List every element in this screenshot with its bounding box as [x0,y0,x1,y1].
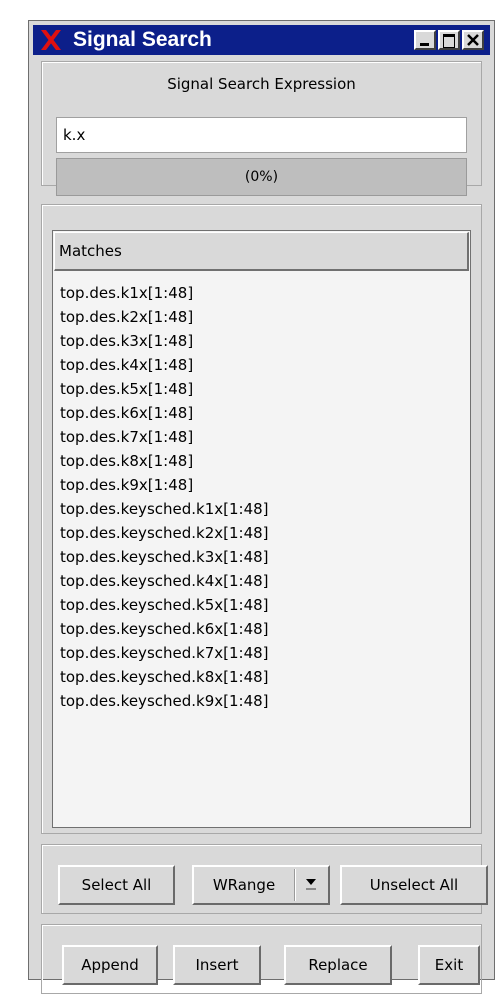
wrange-dropdown[interactable]: WRange [192,865,330,905]
minimize-button[interactable] [414,30,436,50]
chevron-down-icon[interactable] [304,876,318,898]
maximize-button[interactable] [438,30,460,50]
replace-button[interactable]: Replace [284,945,392,985]
list-item[interactable]: top.des.k1x[1:48] [60,281,470,305]
list-item[interactable]: top.des.keysched.k2x[1:48] [60,521,470,545]
matches-list-body[interactable]: top.des.k1x[1:48] top.des.k2x[1:48] top.… [53,281,470,827]
wrange-label: WRange [212,876,276,894]
list-item[interactable]: top.des.keysched.k6x[1:48] [60,617,470,641]
list-item[interactable]: top.des.keysched.k4x[1:48] [60,569,470,593]
selection-button-group: Select All WRange Unselect All [41,844,488,914]
insert-button[interactable]: Insert [173,945,261,985]
signal-search-window: Signal Search Signal Search Expression k… [28,20,495,994]
append-button[interactable]: Append [62,945,158,985]
list-item[interactable]: top.des.keysched.k8x[1:48] [60,665,470,689]
list-item[interactable]: top.des.keysched.k3x[1:48] [60,545,470,569]
matches-list[interactable]: Matches top.des.k1x[1:48] top.des.k2x[1:… [52,230,471,828]
action-button-group: Append Insert Replace Exit [41,924,482,994]
list-item[interactable]: top.des.keysched.k1x[1:48] [60,497,470,521]
maximize-icon [443,34,455,48]
select-all-button[interactable]: Select All [58,865,175,905]
list-item[interactable]: top.des.k9x[1:48] [60,473,470,497]
exit-button[interactable]: Exit [418,945,480,985]
list-item[interactable]: top.des.k3x[1:48] [60,329,470,353]
window-title: Signal Search [73,28,212,51]
minimize-icon [420,43,429,46]
matches-header[interactable]: Matches [54,232,469,271]
wrange-divider [294,869,296,901]
list-item[interactable]: top.des.keysched.k7x[1:48] [60,641,470,665]
x-logo-icon [39,28,63,52]
list-item[interactable]: top.des.k2x[1:48] [60,305,470,329]
close-button[interactable] [462,30,484,50]
search-input[interactable]: k.x [56,117,467,153]
list-item[interactable]: top.des.k8x[1:48] [60,449,470,473]
list-item[interactable]: top.des.k6x[1:48] [60,401,470,425]
search-progress: (0%) [56,158,467,196]
list-item[interactable]: top.des.keysched.k9x[1:48] [60,689,470,713]
title-bar[interactable]: Signal Search [33,25,490,55]
list-item[interactable]: top.des.k4x[1:48] [60,353,470,377]
search-expression-label: Signal Search Expression [167,75,356,93]
search-expression-group: Signal Search Expression k.x (0%) [41,61,482,196]
list-item[interactable]: top.des.keysched.k5x[1:48] [60,593,470,617]
list-item[interactable]: top.des.k5x[1:48] [60,377,470,401]
close-icon [467,34,479,46]
matches-group: Matches top.des.k1x[1:48] top.des.k2x[1:… [41,204,482,834]
unselect-all-button[interactable]: Unselect All [340,865,488,905]
list-item[interactable]: top.des.k7x[1:48] [60,425,470,449]
